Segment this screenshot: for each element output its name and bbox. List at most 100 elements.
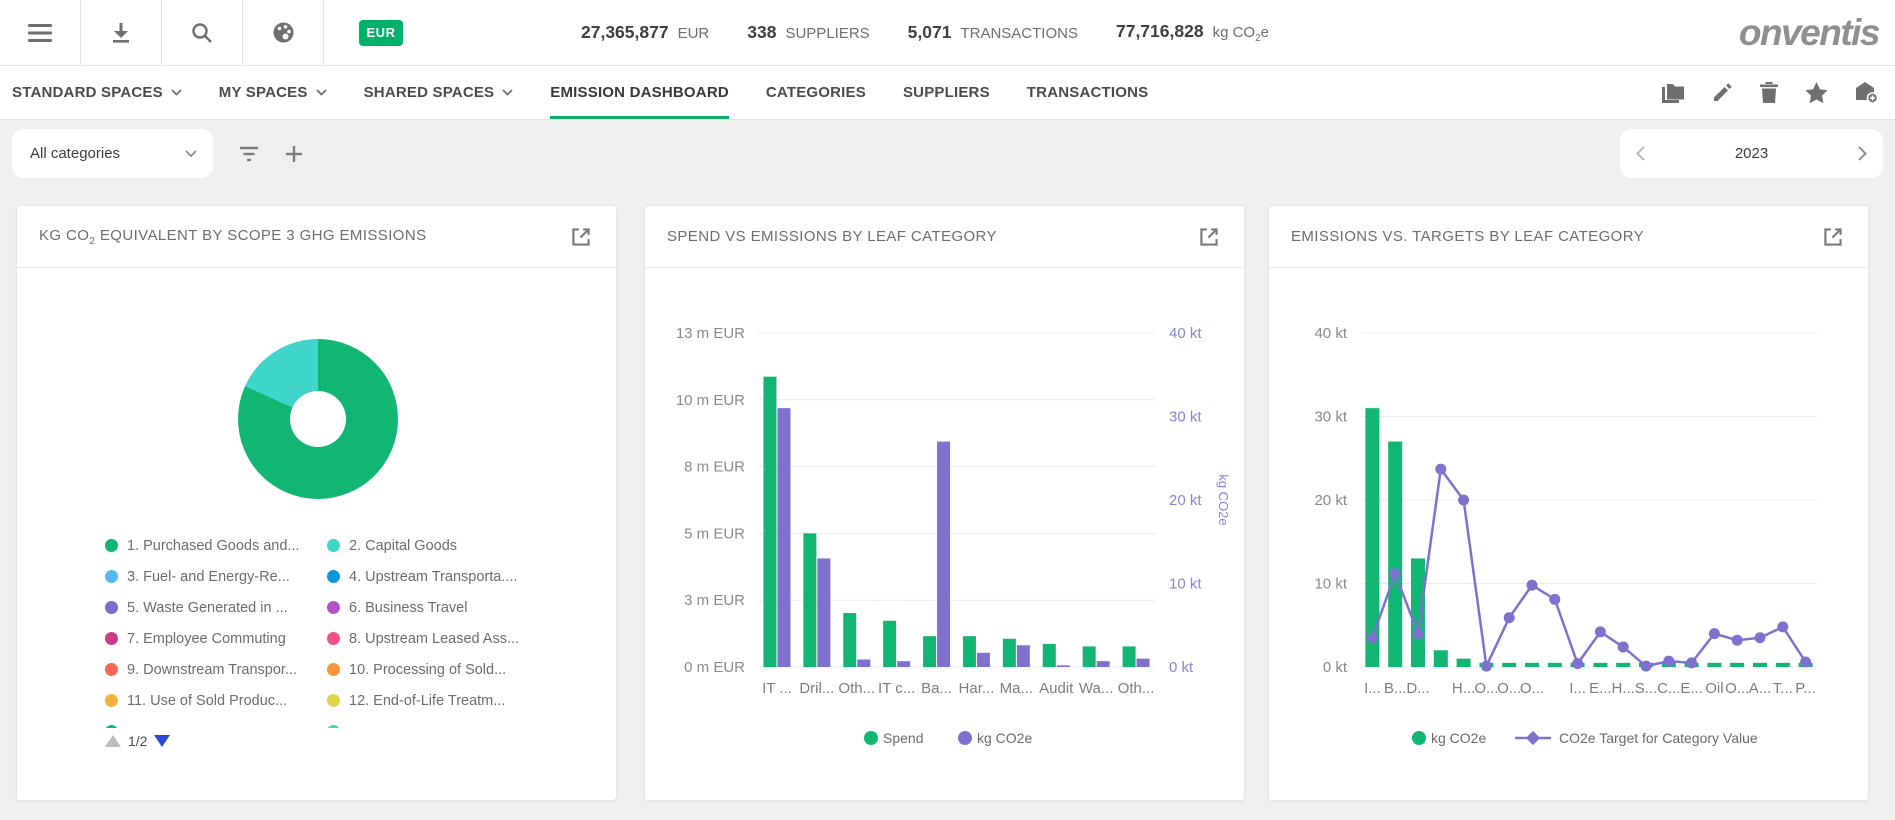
year-selector: 2023 xyxy=(1620,129,1883,178)
spend-emissions-chart[interactable]: 13 m EUR10 m EUR8 m EUR5 m EUR3 m EUR0 m… xyxy=(645,268,1244,800)
legend-label: 2. Capital Goods xyxy=(349,538,457,554)
chevron-right-icon xyxy=(1858,146,1867,161)
legend-label: 8. Upstream Leased Ass... xyxy=(349,631,519,647)
svg-text:40 kt: 40 kt xyxy=(1169,325,1202,342)
delete-button[interactable] xyxy=(1760,82,1778,103)
legend-item[interactable]: 3. Fuel- and Energy-Re... xyxy=(105,561,327,592)
legend-dot xyxy=(327,725,340,728)
legend-item[interactable] xyxy=(105,716,327,728)
legend-dot xyxy=(105,725,118,728)
svg-text:Oth...: Oth... xyxy=(838,680,875,697)
card-title: EMISSIONS VS. TARGETS BY LEAF CATEGORY xyxy=(1291,228,1644,245)
tab-emission-dashboard[interactable]: EMISSION DASHBOARD xyxy=(550,66,729,119)
nav-shared-spaces[interactable]: SHARED SPACES xyxy=(364,66,514,119)
card-title: KG CO2 EQUIVALENT BY SCOPE 3 GHG EMISSIO… xyxy=(39,227,426,247)
emissions-targets-chart[interactable]: 40 kt30 kt20 kt10 kt0 ktI...B...D...H...… xyxy=(1269,268,1868,800)
tab-transactions[interactable]: TRANSACTIONS xyxy=(1027,66,1149,119)
filter-icon xyxy=(239,146,259,162)
star-icon xyxy=(1805,82,1828,104)
favorite-button[interactable] xyxy=(1805,82,1828,104)
next-year-button[interactable] xyxy=(1858,146,1867,161)
chevron-left-icon xyxy=(1636,146,1645,161)
stat-transactions-label: TRANSACTIONS xyxy=(960,25,1078,42)
svg-text:H...: H... xyxy=(1612,680,1635,697)
scope3-legend: 1. Purchased Goods and... 2. Capital Good… xyxy=(105,530,585,728)
svg-text:Wa...: Wa... xyxy=(1079,680,1113,697)
filter-button[interactable] xyxy=(239,146,259,162)
tab-suppliers[interactable]: SUPPLIERS xyxy=(903,66,990,119)
trash-icon xyxy=(1760,82,1778,103)
scope3-emissions-card: KG CO2 EQUIVALENT BY SCOPE 3 GHG EMISSIO… xyxy=(16,205,617,801)
svg-text:S...: S... xyxy=(1635,680,1658,697)
category-dropdown[interactable]: All categories xyxy=(12,129,213,178)
top-bar: EUR 27,365,877 EUR 338 SUPPLIERS 5,071 T… xyxy=(0,0,1895,66)
legend-label: 6. Business Travel xyxy=(349,600,467,616)
nav-my-spaces[interactable]: MY SPACES xyxy=(219,66,327,119)
svg-text:5 m EUR: 5 m EUR xyxy=(684,525,745,542)
stat-suppliers-label: SUPPLIERS xyxy=(785,25,869,42)
svg-text:10 kt: 10 kt xyxy=(1169,576,1202,593)
tab-categories[interactable]: CATEGORIES xyxy=(766,66,866,119)
legend-item[interactable]: 1. Purchased Goods and... xyxy=(105,530,327,561)
spend-vs-emissions-card: SPEND VS EMISSIONS BY LEAF CATEGORY 13 m… xyxy=(644,205,1245,801)
expand-button[interactable] xyxy=(568,224,594,250)
legend-item[interactable]: 9. Downstream Transpor... xyxy=(105,654,327,685)
add-space-button[interactable] xyxy=(1855,81,1879,104)
legend-page-indicator: 1/2 xyxy=(128,733,147,749)
theme-button[interactable] xyxy=(243,0,324,65)
svg-text:kg CO2e: kg CO2e xyxy=(1216,474,1231,525)
scope3-donut-chart[interactable] xyxy=(238,339,398,499)
expand-button[interactable] xyxy=(1820,224,1846,250)
expand-button[interactable] xyxy=(1196,224,1222,250)
nav-standard-spaces[interactable]: STANDARD SPACES xyxy=(12,66,182,119)
copy-folder-icon xyxy=(1661,82,1685,104)
svg-text:O...: O... xyxy=(1497,680,1521,697)
svg-text:Dril...: Dril... xyxy=(799,680,834,697)
legend-label: 4. Upstream Transporta.... xyxy=(349,569,517,585)
download-button[interactable] xyxy=(81,0,162,65)
legend-page-up-icon[interactable] xyxy=(105,735,121,747)
legend-item[interactable] xyxy=(327,716,559,728)
svg-text:Har...: Har... xyxy=(959,680,995,697)
duplicate-button[interactable] xyxy=(1661,82,1685,104)
currency-badge[interactable]: EUR xyxy=(359,20,403,46)
legend-label: 3. Fuel- and Energy-Re... xyxy=(127,569,290,585)
add-filter-button[interactable] xyxy=(285,145,303,163)
legend-item[interactable]: 2. Capital Goods xyxy=(327,530,559,561)
legend-item[interactable]: 6. Business Travel xyxy=(327,592,559,623)
legend-label: 1. Purchased Goods and... xyxy=(127,538,300,554)
legend-dot xyxy=(327,601,340,614)
legend-label: 11. Use of Sold Produc... xyxy=(127,693,287,709)
svg-text:Ba...: Ba... xyxy=(921,680,952,697)
previous-year-button[interactable] xyxy=(1636,146,1645,161)
menu-button[interactable] xyxy=(0,0,81,65)
svg-text:kg CO2e: kg CO2e xyxy=(977,730,1032,746)
svg-text:IT ...: IT ... xyxy=(762,680,792,697)
svg-text:T...: T... xyxy=(1773,680,1793,697)
legend-item[interactable]: 11. Use of Sold Produc... xyxy=(105,685,327,716)
stat-co2e-label: kg CO2e xyxy=(1213,24,1269,44)
palette-icon xyxy=(272,21,295,44)
stat-suppliers: 338 SUPPLIERS xyxy=(747,22,869,43)
legend-item[interactable]: 7. Employee Commuting xyxy=(105,623,327,654)
svg-text:O...: O... xyxy=(1725,680,1749,697)
legend-page-down-icon[interactable] xyxy=(154,735,170,747)
search-button[interactable] xyxy=(162,0,243,65)
emissions-vs-targets-card: EMISSIONS VS. TARGETS BY LEAF CATEGORY 4… xyxy=(1268,205,1869,801)
year-value: 2023 xyxy=(1735,145,1768,162)
svg-text:8 m EUR: 8 m EUR xyxy=(684,459,745,476)
svg-text:Spend: Spend xyxy=(883,730,923,746)
stat-transactions: 5,071 TRANSACTIONS xyxy=(908,22,1078,43)
legend-item[interactable]: 8. Upstream Leased Ass... xyxy=(327,623,559,654)
chevron-down-icon xyxy=(316,89,327,96)
chevron-down-icon xyxy=(185,150,197,158)
legend-item[interactable]: 12. End-of-Life Treatm... xyxy=(327,685,559,716)
legend-item[interactable]: 5. Waste Generated in ... xyxy=(105,592,327,623)
legend-dot xyxy=(327,694,340,707)
chevron-down-icon xyxy=(502,89,513,96)
svg-text:Oth...: Oth... xyxy=(1118,680,1155,697)
legend-item[interactable]: 10. Processing of Sold... xyxy=(327,654,559,685)
onventis-logo: onventis xyxy=(1739,12,1879,54)
legend-item[interactable]: 4. Upstream Transporta.... xyxy=(327,561,559,592)
edit-button[interactable] xyxy=(1712,82,1733,103)
